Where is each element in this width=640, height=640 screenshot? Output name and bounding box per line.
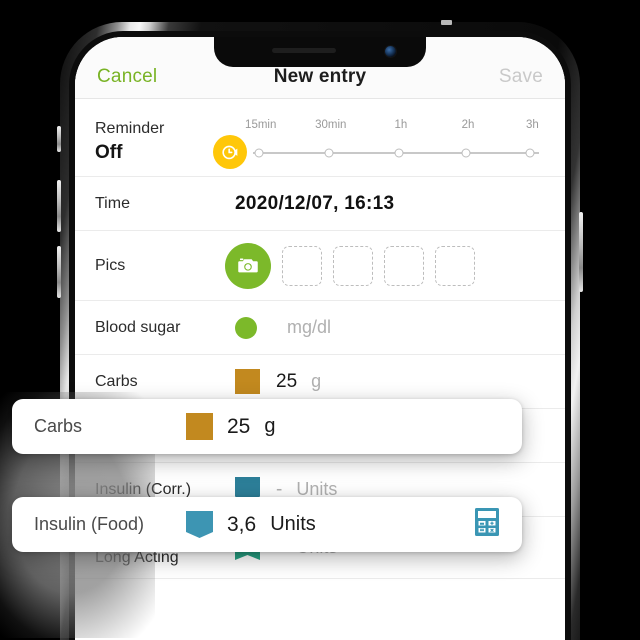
reminder-state-value: Off	[95, 141, 123, 163]
slider-stop-3h[interactable]	[525, 148, 535, 158]
pic-slot-empty[interactable]	[435, 245, 475, 286]
slider-stop-2h[interactable]	[461, 148, 471, 158]
blood-sugar-label: Blood sugar	[95, 318, 181, 336]
row-blood-sugar[interactable]: Blood sugar mg/dl	[75, 301, 565, 355]
pic-slot-empty[interactable]	[384, 245, 424, 286]
callout-insulin-food-label: Insulin (Food)	[34, 514, 145, 534]
tick-label-1h: 1h	[394, 119, 408, 131]
row-reminder: Reminder Off 15min 30min 1h 2h 3h	[75, 99, 565, 177]
callout-carbs-label: Carbs	[34, 416, 83, 436]
callout-carbs-value[interactable]: 25	[227, 415, 250, 439]
page-title: New entry	[273, 66, 367, 87]
callout-card-carbs[interactable]: Carbs 25 g	[12, 399, 522, 454]
alarm-off-icon	[222, 145, 238, 160]
carbs-swatch-icon	[235, 369, 260, 394]
volume-up-button[interactable]	[57, 180, 61, 232]
callout-insulin-food-unit: Units	[270, 513, 316, 535]
carbs-value[interactable]: 25	[276, 371, 297, 393]
reminder-labels: Reminder Off	[95, 107, 213, 176]
tick-label-15min: 15min	[245, 119, 277, 131]
camera-icon	[238, 258, 258, 272]
blood-sugar-unit: mg/dl	[287, 317, 332, 337]
reminder-slider[interactable]: 15min 30min 1h 2h 3h	[213, 107, 545, 176]
callout-carbs-swatch-icon	[186, 413, 213, 440]
tick-label-2h: 2h	[461, 119, 475, 131]
volume-down-button[interactable]	[57, 246, 61, 298]
camera-button[interactable]	[225, 242, 271, 289]
reminder-slider-track[interactable]	[253, 148, 539, 158]
save-button[interactable]: Save	[499, 66, 543, 88]
slider-stop-30min[interactable]	[324, 148, 334, 158]
notch	[214, 37, 426, 67]
slider-stop-1h[interactable]	[394, 148, 404, 158]
reminder-tick-labels: 15min 30min 1h 2h 3h	[245, 119, 541, 135]
carbs-label: Carbs	[95, 372, 138, 390]
power-button[interactable]	[579, 212, 583, 292]
tick-label-3h: 3h	[526, 119, 539, 131]
mute-switch-button[interactable]	[57, 126, 61, 152]
calculator-icon	[475, 508, 499, 536]
row-pics: Pics	[75, 231, 565, 301]
antenna-band	[441, 20, 452, 25]
callout-card-insulin-food[interactable]: Insulin (Food) 3,6 Units	[12, 497, 522, 552]
carbs-unit: g	[311, 371, 322, 391]
tick-label-30min: 30min	[315, 119, 347, 131]
front-camera-icon	[385, 46, 396, 57]
speaker-grille-icon	[272, 48, 336, 53]
pics-label: Pics	[95, 256, 126, 274]
time-label: Time	[95, 194, 130, 212]
screenshot-stage: Cancel New entry Save Reminder Off 15min	[0, 0, 640, 640]
pic-slot-empty[interactable]	[282, 245, 322, 286]
callout-insulin-food-swatch-icon	[186, 511, 213, 538]
calculator-button[interactable]	[474, 507, 500, 542]
callout-carbs-unit: g	[264, 415, 276, 437]
time-value[interactable]: 2020/12/07, 16:13	[235, 193, 394, 215]
slider-stop-15min[interactable]	[254, 148, 264, 158]
row-time[interactable]: Time 2020/12/07, 16:13	[75, 177, 565, 231]
pic-slot-empty[interactable]	[333, 245, 373, 286]
reminder-slider-knob[interactable]	[213, 135, 247, 169]
blood-sugar-swatch-icon	[235, 316, 257, 339]
reminder-label: Reminder	[95, 119, 165, 137]
callout-insulin-food-value[interactable]: 3,6	[227, 513, 256, 537]
